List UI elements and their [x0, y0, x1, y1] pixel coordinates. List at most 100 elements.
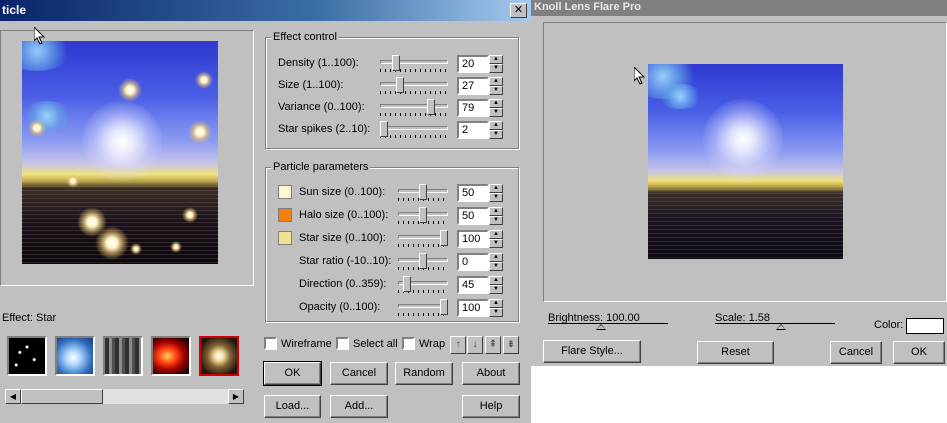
particle-param-value-field[interactable]: 100	[457, 230, 489, 248]
effect-thumb-fire[interactable]	[151, 336, 191, 376]
select-all-checkbox[interactable]	[336, 337, 349, 350]
particle-parameters-title: Particle parameters	[271, 161, 371, 173]
spin-up-icon[interactable]: ▲	[489, 121, 503, 130]
help-button[interactable]: Help	[462, 395, 520, 418]
effect-control-value-field[interactable]: 20	[457, 55, 489, 73]
ok-button[interactable]: OK	[263, 361, 322, 386]
effect-control-spinner[interactable]: ▲ ▼	[489, 77, 503, 95]
effect-control-spinner[interactable]: ▲ ▼	[489, 121, 503, 139]
particle-param-slider-thumb[interactable]	[419, 184, 427, 200]
spin-down-icon[interactable]: ▼	[489, 216, 503, 225]
effect-control-label: Density (1..100):	[278, 57, 359, 69]
particle-param-spinner[interactable]: ▲ ▼	[489, 184, 503, 202]
spin-down-icon[interactable]: ▼	[489, 193, 503, 202]
effect-control-spinner[interactable]: ▲ ▼	[489, 99, 503, 117]
effect-thumb-bubble[interactable]	[55, 336, 95, 376]
spin-up-icon[interactable]: ▲	[489, 77, 503, 86]
particle-param-spinner[interactable]: ▲ ▼	[489, 299, 503, 317]
particle-param-spinner[interactable]: ▲ ▼	[489, 230, 503, 248]
particle-param-slider-thumb[interactable]	[440, 299, 448, 315]
reset-button[interactable]: Reset	[697, 341, 774, 364]
particle-param-value-field[interactable]: 45	[457, 276, 489, 294]
spin-up-icon[interactable]: ▲	[489, 253, 503, 262]
scroll-left-button[interactable]: ◀	[5, 389, 21, 404]
scale-slider-track[interactable]	[715, 323, 835, 324]
effect-control-slider-ticks	[380, 135, 448, 138]
color-swatch[interactable]	[906, 318, 944, 334]
spin-down-icon[interactable]: ▼	[489, 262, 503, 271]
brightness-slider-track[interactable]	[548, 323, 668, 324]
effect-thumb-snow[interactable]	[7, 336, 47, 376]
particle-preview-image	[22, 41, 218, 264]
particle-param-spinner[interactable]: ▲ ▼	[489, 276, 503, 294]
effect-control-value-field[interactable]: 2	[457, 121, 489, 139]
spin-up-icon[interactable]: ▲	[489, 55, 503, 64]
spin-down-icon[interactable]: ▼	[489, 86, 503, 95]
spin-up-icon[interactable]: ▲	[489, 184, 503, 193]
particle-param-slider-thumb[interactable]	[403, 276, 411, 292]
particle-param-slider-thumb[interactable]	[419, 207, 427, 223]
scroll-right-button[interactable]: ▶	[228, 389, 244, 404]
spin-up-icon[interactable]: ▲	[489, 276, 503, 285]
spin-down-icon[interactable]: ▼	[489, 285, 503, 294]
flare-style-button[interactable]: Flare Style...	[543, 340, 641, 363]
effect-control-spinner[interactable]: ▲ ▼	[489, 55, 503, 73]
wireframe-label: Wireframe	[281, 338, 332, 350]
load-button[interactable]: Load...	[264, 395, 321, 418]
scroll-thumb[interactable]	[21, 389, 103, 404]
cancel-button[interactable]: Cancel	[330, 362, 388, 385]
effect-scrollbar[interactable]: ◀ ▶	[4, 388, 245, 405]
scale-slider-caret[interactable]	[776, 324, 786, 330]
ok-button[interactable]: OK	[893, 341, 945, 364]
effect-control-slider-thumb[interactable]	[392, 55, 400, 71]
particle-param-color-swatch[interactable]	[278, 208, 292, 222]
wireframe-checkbox[interactable]	[264, 337, 277, 350]
spin-up-icon[interactable]: ▲	[489, 99, 503, 108]
effect-control-value-field[interactable]: 27	[457, 77, 489, 95]
effect-control-slider-thumb[interactable]	[396, 77, 404, 93]
particle-param-spinner[interactable]: ▲ ▼	[489, 207, 503, 225]
about-button[interactable]: About	[462, 362, 520, 385]
random-button[interactable]: Random	[395, 362, 453, 385]
wrap-checkbox[interactable]	[402, 337, 415, 350]
effect-control-slider-ticks	[380, 113, 448, 116]
effect-thumb-smoke[interactable]	[103, 336, 143, 376]
particle-param-value-field[interactable]: 50	[457, 184, 489, 202]
particle-param-color-swatch[interactable]	[278, 185, 292, 199]
particle-param-slider-thumb[interactable]	[419, 253, 427, 269]
particle-param-label: Direction (0..359):	[299, 278, 387, 290]
brightness-slider-caret[interactable]	[596, 324, 606, 330]
effect-control-value-field[interactable]: 79	[457, 99, 489, 117]
move-bottom-button[interactable]: ⇟	[503, 336, 519, 354]
flare-preview-image[interactable]	[648, 64, 843, 259]
particle-param-slider-thumb[interactable]	[440, 230, 448, 246]
particle-param-color-swatch[interactable]	[278, 231, 292, 245]
spin-down-icon[interactable]: ▼	[489, 130, 503, 139]
spin-down-icon[interactable]: ▼	[489, 64, 503, 73]
spin-down-icon[interactable]: ▼	[489, 239, 503, 248]
add-button[interactable]: Add...	[330, 395, 388, 418]
spin-down-icon[interactable]: ▼	[489, 308, 503, 317]
effect-control-slider-thumb[interactable]	[427, 99, 435, 115]
knoll-titlebar[interactable]: Knoll Lens Flare Pro	[531, 0, 947, 16]
particle-param-spinner[interactable]: ▲ ▼	[489, 253, 503, 271]
effect-control-slider[interactable]	[380, 60, 448, 64]
move-up-button[interactable]: ↑	[450, 336, 466, 354]
spin-up-icon[interactable]: ▲	[489, 299, 503, 308]
cancel-button[interactable]: Cancel	[830, 341, 882, 364]
particle-param-value-field[interactable]: 100	[457, 299, 489, 317]
effect-control-slider[interactable]	[380, 126, 448, 130]
effect-control-slider[interactable]	[380, 82, 448, 86]
effect-control-slider[interactable]	[380, 104, 448, 108]
effect-thumb-star-selected[interactable]	[199, 336, 239, 376]
close-button[interactable]: ✕	[510, 3, 527, 18]
particle-param-value-field[interactable]: 0	[457, 253, 489, 271]
move-down-button[interactable]: ↓	[467, 336, 483, 354]
particle-param-value-field[interactable]: 50	[457, 207, 489, 225]
effect-control-slider-thumb[interactable]	[380, 121, 388, 137]
particle-titlebar[interactable]: ticle ✕	[0, 0, 531, 21]
spin-up-icon[interactable]: ▲	[489, 207, 503, 216]
move-top-button[interactable]: ⇞	[485, 336, 501, 354]
spin-down-icon[interactable]: ▼	[489, 108, 503, 117]
spin-up-icon[interactable]: ▲	[489, 230, 503, 239]
